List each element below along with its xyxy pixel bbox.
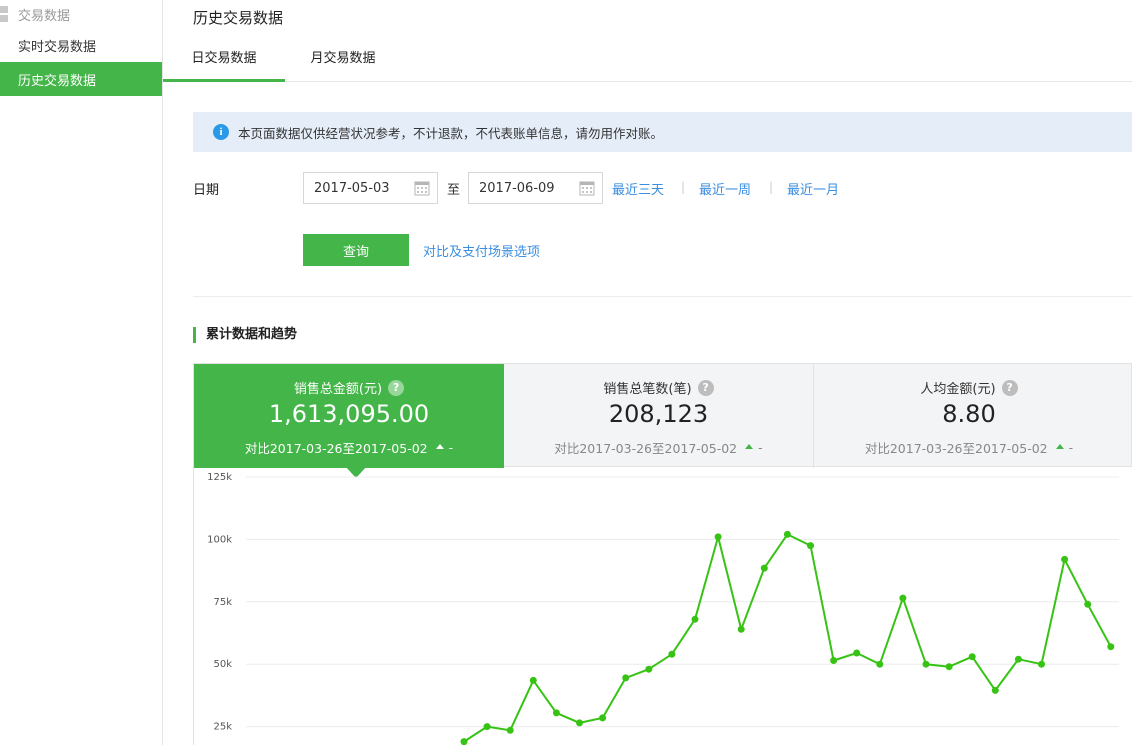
data-point[interactable] [668, 650, 676, 658]
sidebar-item-label: 实时交易数据 [18, 39, 97, 55]
trend-chart-svg: 25k 50k 75k 100k 125k [207, 472, 1119, 745]
tab-bar: 日交易数据 月交易数据 [163, 38, 1132, 82]
data-point[interactable] [899, 594, 907, 602]
data-point[interactable] [529, 676, 537, 684]
y-tick-label: 25k [213, 722, 232, 733]
arrow-up-icon [1055, 444, 1064, 449]
section-title: 累计数据和趋势 [193, 327, 297, 343]
quick-range-month[interactable]: 最近一月 [787, 179, 839, 198]
to-label: 至 [447, 183, 461, 198]
data-point[interactable] [922, 660, 930, 668]
data-point[interactable] [1061, 555, 1069, 563]
data-point[interactable] [460, 738, 468, 745]
data-point[interactable] [807, 542, 814, 550]
data-point[interactable] [1038, 660, 1045, 668]
data-point[interactable] [991, 686, 999, 694]
sidebar-group-label: 交易数据 [18, 8, 71, 24]
data-point[interactable] [691, 615, 699, 623]
stats-panel: 销售总金额(元) ? 1,613,095.00 对比2017-03-26至201… [193, 363, 1132, 468]
series-line [463, 533, 1112, 743]
divider [193, 296, 1132, 297]
start-date-value: 2017-05-03 [314, 180, 390, 196]
stat-label: 销售总笔数(笔) [603, 382, 692, 397]
sidebar-item-history[interactable]: 历史交易数据 [0, 62, 162, 96]
data-point[interactable] [1107, 643, 1115, 651]
sidebar-item-realtime[interactable]: 实时交易数据 [0, 28, 162, 62]
sidebar: 交易数据 实时交易数据 历史交易数据 [0, 0, 163, 745]
sidebar-item-label: 历史交易数据 [18, 73, 97, 89]
y-tick-label: 100k [207, 534, 232, 545]
quick-range-week[interactable]: 最近一周 [699, 179, 751, 198]
data-point[interactable] [853, 649, 861, 657]
data-point[interactable] [599, 714, 607, 722]
stat-value: 8.80 [942, 400, 996, 428]
stat-label: 人均金额(元) [920, 382, 996, 397]
data-point[interactable] [945, 663, 953, 671]
data-point[interactable] [645, 665, 653, 673]
data-point[interactable] [1084, 600, 1092, 608]
trend-chart: 25k 50k 75k 100k 125k [193, 467, 1132, 745]
data-point[interactable] [483, 723, 491, 731]
menu-group-icon [0, 6, 8, 22]
stat-value: 1,613,095.00 [268, 400, 430, 428]
sidebar-group-header: 交易数据 [0, 0, 162, 28]
end-date-value: 2017-06-09 [479, 180, 555, 196]
stat-label-wrap: 销售总金额(元) ? [194, 378, 504, 397]
info-icon: i [213, 124, 229, 140]
stat-compare-text: 对比2017-03-26至2017-05-02 [244, 441, 428, 456]
query-button[interactable]: 查询 [303, 234, 409, 266]
stat-label-wrap: 销售总笔数(笔) ? [504, 378, 813, 397]
tab-monthly[interactable]: 月交易数据 [293, 38, 393, 82]
question-circle-icon[interactable]: ? [1001, 379, 1018, 396]
page-title: 历史交易数据 [193, 9, 284, 27]
stat-change: - [758, 440, 763, 455]
data-point[interactable] [506, 726, 514, 734]
question-circle-icon[interactable]: ? [388, 379, 405, 396]
stat-compare: 对比2017-03-26至2017-05-02 - [504, 438, 813, 457]
stat-compare: 对比2017-03-26至2017-05-02 - [814, 438, 1124, 457]
stat-card-sales-count[interactable]: 销售总笔数(笔) ? 208,123 对比2017-03-26至2017-05-… [504, 364, 814, 468]
stat-label-wrap: 人均金额(元) ? [814, 378, 1124, 397]
date-label: 日期 [193, 183, 220, 198]
arrow-up-icon [745, 444, 754, 449]
y-tick-label: 50k [213, 659, 232, 670]
calendar-icon[interactable] [414, 180, 430, 196]
stat-compare-text: 对比2017-03-26至2017-05-02 [864, 441, 1048, 456]
quick-range-separator: | [681, 180, 686, 194]
stat-card-avg-amount[interactable]: 人均金额(元) ? 8.80 对比2017-03-26至2017-05-02 - [814, 364, 1124, 468]
tab-daily[interactable]: 日交易数据 [163, 38, 285, 82]
calendar-icon[interactable] [579, 180, 595, 196]
data-point[interactable] [783, 530, 791, 538]
arrow-up-icon [435, 444, 444, 449]
y-tick-label: 125k [207, 472, 232, 483]
notice-text: 本页面数据仅供经营状况参考，不计退款，不代表账单信息，请勿用作对账。 [238, 125, 664, 141]
data-point[interactable] [552, 709, 560, 717]
quick-range-separator: | [769, 180, 774, 194]
stat-compare: 对比2017-03-26至2017-05-02 - [194, 438, 504, 457]
data-point[interactable] [830, 657, 838, 664]
stat-label: 销售总金额(元) [293, 382, 383, 397]
data-point[interactable] [968, 653, 976, 661]
stat-change: - [1068, 440, 1074, 455]
data-point[interactable] [714, 533, 722, 541]
data-point[interactable] [1014, 655, 1022, 663]
main-content: 历史交易数据 日交易数据 月交易数据 i 本页面数据仅供经营状况参考，不计退款，… [163, 0, 1132, 745]
quick-range-3days[interactable]: 最近三天 [612, 179, 664, 198]
stat-card-sales-amount[interactable]: 销售总金额(元) ? 1,613,095.00 对比2017-03-26至201… [194, 364, 504, 468]
data-point[interactable] [876, 660, 884, 668]
y-tick-label: 75k [213, 597, 232, 608]
data-point[interactable] [737, 625, 745, 633]
data-point[interactable] [622, 674, 630, 682]
stat-compare-text: 对比2017-03-26至2017-05-02 [554, 441, 738, 456]
start-date-input[interactable]: 2017-05-03 [303, 172, 438, 204]
data-point[interactable] [576, 719, 583, 727]
compare-options-link[interactable]: 对比及支付场景选项 [423, 241, 540, 260]
end-date-input[interactable]: 2017-06-09 [468, 172, 603, 204]
question-circle-icon[interactable]: ? [697, 379, 714, 396]
stat-change: - [448, 440, 454, 455]
data-point[interactable] [760, 564, 768, 572]
stat-value: 208,123 [608, 400, 709, 428]
notice-banner: i 本页面数据仅供经营状况参考，不计退款，不代表账单信息，请勿用作对账。 [193, 112, 1132, 152]
